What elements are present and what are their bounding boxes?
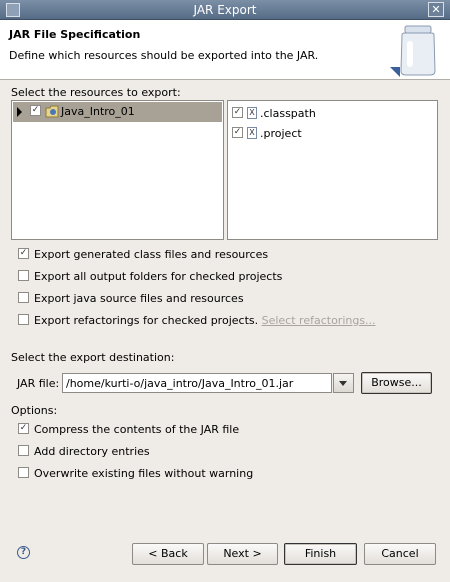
overwrite-checkbox[interactable] bbox=[18, 467, 29, 478]
export-output-folders-option[interactable]: Export all output folders for checked pr… bbox=[18, 269, 438, 285]
jar-icon bbox=[390, 25, 436, 77]
jar-file-input[interactable]: /home/kurti-o/java_intro/Java_Intro_01.j… bbox=[62, 373, 332, 393]
window-title: JAR Export bbox=[193, 3, 257, 17]
option-label: Export generated class files and resourc… bbox=[34, 248, 269, 261]
export-class-files-checkbox[interactable]: ✓ bbox=[18, 248, 29, 259]
directory-entries-option[interactable]: Add directory entries bbox=[18, 444, 438, 460]
list-item[interactable]: ✓ X .classpath bbox=[230, 105, 435, 123]
help-icon[interactable]: ? bbox=[17, 546, 30, 559]
export-source-files-checkbox[interactable] bbox=[18, 292, 29, 303]
tree-item-label: Java_Intro_01 bbox=[61, 105, 135, 118]
resources-label: Select the resources to export: bbox=[11, 86, 181, 99]
chevron-down-icon bbox=[339, 381, 347, 386]
option-label: Export all output folders for checked pr… bbox=[34, 270, 283, 283]
x-file-icon: X bbox=[247, 107, 257, 119]
jar-file-history-dropdown[interactable] bbox=[333, 373, 354, 393]
next-button[interactable]: Next > bbox=[207, 543, 278, 565]
file-checkbox[interactable]: ✓ bbox=[232, 107, 243, 118]
destination-label: Select the export destination: bbox=[11, 351, 175, 364]
compress-checkbox[interactable]: ✓ bbox=[18, 423, 29, 434]
browse-button[interactable]: Browse... bbox=[361, 372, 432, 394]
option-label: Compress the contents of the JAR file bbox=[34, 423, 240, 436]
file-label: .project bbox=[260, 127, 302, 140]
overwrite-option[interactable]: Overwrite existing files without warning bbox=[18, 466, 438, 482]
tree-item-checkbox[interactable]: ✓ bbox=[30, 105, 41, 116]
tree-item-java-intro-01[interactable]: ✓ Java_Intro_01 bbox=[13, 102, 222, 122]
option-label: Overwrite existing files without warning bbox=[34, 467, 254, 480]
compress-option[interactable]: ✓ Compress the contents of the JAR file bbox=[18, 422, 438, 438]
file-checkbox[interactable]: ✓ bbox=[232, 127, 243, 138]
java-project-icon bbox=[45, 105, 59, 118]
export-refactorings-option[interactable]: Export refactorings for checked projects… bbox=[18, 313, 438, 329]
export-source-files-option[interactable]: Export java source files and resources bbox=[18, 291, 438, 307]
window-titlebar: JAR Export ✕ bbox=[0, 0, 450, 20]
option-label: Add directory entries bbox=[34, 445, 150, 458]
project-tree[interactable]: ✓ Java_Intro_01 bbox=[11, 100, 224, 240]
close-button[interactable]: ✕ bbox=[428, 2, 444, 17]
export-class-files-option[interactable]: ✓ Export generated class files and resou… bbox=[18, 247, 438, 263]
finish-button[interactable]: Finish bbox=[284, 543, 357, 565]
back-button[interactable]: < Back bbox=[132, 543, 204, 565]
export-refactorings-checkbox[interactable] bbox=[18, 314, 29, 325]
x-file-icon: X bbox=[247, 127, 257, 139]
expand-arrow-icon[interactable] bbox=[17, 107, 22, 117]
select-refactorings-link[interactable]: Select refactorings... bbox=[262, 314, 376, 327]
directory-entries-checkbox[interactable] bbox=[18, 445, 29, 456]
file-label: .classpath bbox=[260, 107, 316, 120]
page-description: Define which resources should be exporte… bbox=[9, 49, 319, 62]
file-list[interactable]: ✓ X .classpath ✓ X .project bbox=[227, 100, 438, 240]
jar-file-label: JAR file: bbox=[17, 377, 60, 390]
page-title: JAR File Specification bbox=[9, 28, 141, 41]
options-label: Options: bbox=[11, 404, 58, 417]
list-item[interactable]: ✓ X .project bbox=[230, 125, 435, 143]
cancel-button[interactable]: Cancel bbox=[364, 543, 436, 565]
option-label: Export java source files and resources bbox=[34, 292, 244, 305]
export-output-folders-checkbox[interactable] bbox=[18, 270, 29, 281]
option-label: Export refactorings for checked projects… bbox=[34, 314, 259, 327]
option-label-group: Export refactorings for checked projects… bbox=[34, 314, 376, 327]
wizard-header: JAR File Specification Define which reso… bbox=[0, 20, 450, 80]
